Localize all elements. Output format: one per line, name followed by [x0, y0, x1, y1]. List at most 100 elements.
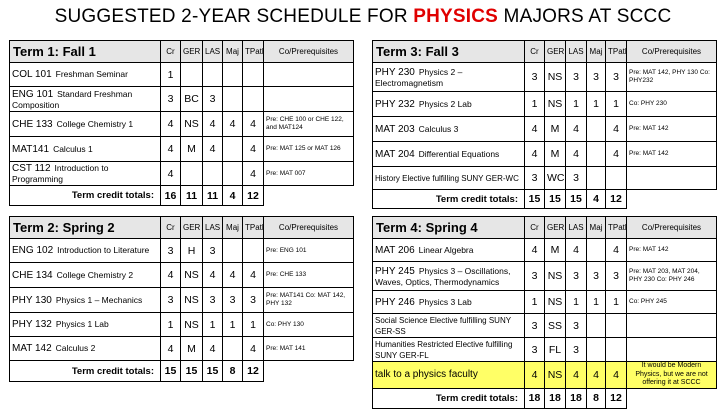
- las-value: 3: [565, 166, 587, 190]
- tpath-value: [605, 166, 627, 190]
- course-title: talk to a physics faculty: [375, 369, 478, 381]
- ger-value: [180, 161, 203, 186]
- course-row: PHY 132 Physics 1 Lab 1 NS 1 1 1 Co: PHY …: [9, 312, 354, 337]
- term-totals-row: Term credit totals: 16 11 11 4 12: [9, 185, 354, 206]
- prereq-value: Co: PHY 230: [626, 91, 717, 117]
- las-value: 4: [565, 361, 587, 389]
- col-cr: Cr: [160, 216, 181, 239]
- course-row: MAT 203 Calculus 3 4 M 4 4 Pre: MAT 142: [372, 116, 717, 142]
- total-label: Term credit totals:: [9, 360, 161, 382]
- maj-value: 4: [586, 361, 606, 389]
- course-row: MAT 206 Linear Algebra 4 M 4 4 Pre: MAT 1…: [372, 238, 717, 262]
- course-row: CST 112 Introduction to Programming 4 4 P…: [9, 161, 354, 186]
- course-code: PHY 245: [375, 265, 415, 277]
- course-code: COL 101: [12, 69, 52, 80]
- total-ger: 18: [544, 387, 566, 409]
- col-tpath: TPath: [242, 216, 264, 239]
- maj-value: [586, 166, 606, 190]
- course-row: PHY 232 Physics 2 Lab 1 NS 1 1 1 Co: PHY …: [372, 91, 717, 117]
- cr-value: 3: [524, 62, 545, 92]
- blank-cell: [264, 361, 354, 382]
- course-title: Calculus 3: [418, 123, 459, 134]
- col-tpath: TPath: [242, 40, 264, 63]
- col-cr: Cr: [524, 216, 545, 239]
- course-code: CHE 134: [12, 269, 53, 281]
- course-code: MAT141: [12, 143, 50, 155]
- las-value: 4: [202, 262, 223, 288]
- col-maj: Maj: [222, 216, 243, 239]
- las-value: 3: [202, 287, 223, 313]
- total-tpath: 12: [242, 360, 264, 382]
- course-row: PHY 245 Physics 3 – Oscillations, Waves, …: [372, 261, 717, 291]
- cr-value: 4: [160, 161, 181, 186]
- prereq-value: [626, 313, 717, 338]
- tpath-value: 4: [242, 161, 264, 186]
- ger-value: [180, 62, 203, 87]
- ger-value: NS: [180, 312, 203, 337]
- total-las: 15: [202, 360, 223, 382]
- total-label: Term credit totals:: [372, 189, 525, 209]
- maj-value: 1: [222, 312, 243, 337]
- las-value: 4: [565, 116, 587, 142]
- cr-value: 4: [524, 116, 545, 142]
- col-cr: Cr: [524, 40, 545, 63]
- col-las: LAS: [202, 40, 223, 63]
- col-prereq: Co/Prerequisites: [263, 216, 354, 239]
- course-row: History Elective fulfilling SUNY GER-WC …: [372, 166, 717, 190]
- cr-value: 1: [524, 91, 545, 117]
- total-maj: 4: [586, 189, 606, 209]
- prereq-value: Pre: MAT 142: [626, 141, 717, 167]
- prereq-value: Pre: MAT141 Co: MAT 142, PHY 132: [263, 287, 354, 313]
- cr-value: 4: [524, 238, 545, 262]
- tpath-value: 3: [242, 287, 264, 313]
- tpath-value: 4: [605, 116, 627, 142]
- course-row: Humanities Restricted Elective fulfillin…: [372, 337, 717, 362]
- course-title: Humanities Restricted Elective fulfillin…: [375, 339, 513, 360]
- prereq-value: Pre: ENG 101: [263, 238, 354, 263]
- course-title: College Chemistry 2: [56, 269, 134, 280]
- total-tpath: 12: [242, 185, 264, 206]
- las-value: 4: [202, 136, 223, 162]
- title-highlight: PHYSICS: [413, 6, 499, 27]
- maj-value: [586, 337, 606, 362]
- las-value: [202, 62, 223, 87]
- course-cell: MAT 204 Differential Equations: [372, 141, 525, 167]
- total-las: 18: [565, 387, 587, 409]
- maj-value: [586, 313, 606, 338]
- tpath-value: [242, 86, 264, 112]
- term-totals-row: Term credit totals: 18 18 18 8 12: [372, 387, 717, 409]
- course-code: MAT 204: [375, 148, 415, 160]
- course-row: MAT141 Calculus 1 4 M 4 4 Pre: MAT 125 or…: [9, 136, 354, 162]
- course-title: Freshman Seminar: [55, 69, 128, 79]
- total-maj: 8: [222, 360, 243, 382]
- tpath-value: 4: [605, 238, 627, 262]
- ger-value: NS: [180, 287, 203, 313]
- course-title: Physics 3 Lab: [418, 296, 472, 307]
- course-row: ENG 102 Introduction to Literature 3 H 3 …: [9, 238, 354, 263]
- ger-value: NS: [544, 261, 566, 291]
- tpath-value: 4: [242, 136, 264, 162]
- col-las: LAS: [202, 216, 223, 239]
- las-value: 3: [202, 86, 223, 112]
- tpath-value: [242, 62, 264, 87]
- las-value: 3: [565, 62, 587, 92]
- course-code: MAT 142: [12, 343, 52, 354]
- course-code: ENG 101: [12, 88, 54, 100]
- course-cell: CHE 133 College Chemistry 1: [9, 111, 161, 137]
- course-code: MAT 203: [375, 123, 415, 135]
- course-row: MAT 204 Differential Equations 4 M 4 4 Pr…: [372, 141, 717, 167]
- term-3-header: Term 3: Fall 3 Cr GER LAS Maj TPath Co/P…: [372, 40, 717, 63]
- las-value: 4: [565, 238, 587, 262]
- term-4-header: Term 4: Spring 4 Cr GER LAS Maj TPath Co…: [372, 216, 717, 239]
- cr-value: 3: [524, 313, 545, 338]
- course-code: PHY 230: [375, 66, 415, 78]
- maj-value: [586, 116, 606, 142]
- las-value: 1: [565, 91, 587, 117]
- ger-value: M: [544, 116, 566, 142]
- col-cr: Cr: [160, 40, 181, 63]
- maj-value: 4: [222, 111, 243, 137]
- course-title: Physics 1 Lab: [55, 319, 109, 329]
- ger-value: NS: [544, 361, 566, 389]
- tpath-value: 1: [605, 91, 627, 117]
- course-code: PHY 246: [375, 296, 415, 308]
